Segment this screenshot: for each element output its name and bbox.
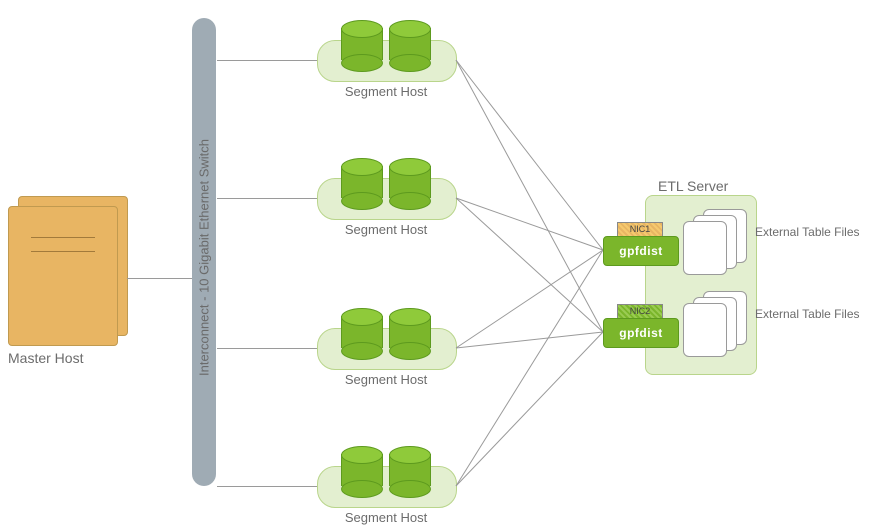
database-cylinder-icon: [389, 20, 429, 66]
external-files-label-1: External Table Files: [755, 225, 873, 239]
database-cylinder-icon: [341, 20, 381, 66]
segment-tray-icon: [317, 466, 457, 508]
switch-bar-icon: [192, 18, 216, 486]
master-host: Master Host: [8, 196, 126, 346]
nic1-badge: NIC1: [617, 222, 663, 237]
master-host-label: Master Host: [8, 350, 138, 366]
etl-server-title: ETL Server: [658, 178, 728, 194]
segment-host-1: Segment Host: [317, 18, 455, 80]
file-icon: [683, 221, 727, 275]
segment-host-label: Segment Host: [317, 510, 455, 525]
switch-to-segment-line: [217, 348, 317, 349]
master-to-switch-line: [127, 278, 201, 279]
switch-to-segment-line: [217, 198, 317, 199]
segment-host-4: Segment Host: [317, 444, 455, 506]
diagram-canvas: Master Host Interconnect - 10 Gigabit Et…: [0, 0, 873, 529]
master-page-front-icon: [8, 206, 118, 346]
database-cylinder-icon: [389, 308, 429, 354]
segment-host-label: Segment Host: [317, 372, 455, 387]
segment-host-2: Segment Host: [317, 156, 455, 218]
etl-server: NIC1 gpfdist NIC2 gpfdist: [603, 195, 753, 373]
segment-host-label: Segment Host: [317, 84, 455, 99]
segment-tray-icon: [317, 40, 457, 82]
segment-tray-icon: [317, 328, 457, 370]
switch-to-segment-line: [217, 486, 317, 487]
segment-tray-icon: [317, 178, 457, 220]
file-icon: [683, 303, 727, 357]
segment-host-3: Segment Host: [317, 306, 455, 368]
external-files-stack-2: [683, 291, 749, 351]
segment-host-label: Segment Host: [317, 222, 455, 237]
external-files-label-2: External Table Files: [755, 307, 873, 321]
database-cylinder-icon: [389, 158, 429, 204]
external-files-stack-1: [683, 209, 749, 269]
interconnect-switch: Interconnect - 10 Gigabit Ethernet Switc…: [192, 18, 216, 486]
gpfdist-process-1: gpfdist: [603, 236, 679, 266]
nic2-badge: NIC2: [617, 304, 663, 319]
database-cylinder-icon: [389, 446, 429, 492]
database-cylinder-icon: [341, 446, 381, 492]
gpfdist-process-2: gpfdist: [603, 318, 679, 348]
database-cylinder-icon: [341, 158, 381, 204]
switch-to-segment-line: [217, 60, 317, 61]
database-cylinder-icon: [341, 308, 381, 354]
